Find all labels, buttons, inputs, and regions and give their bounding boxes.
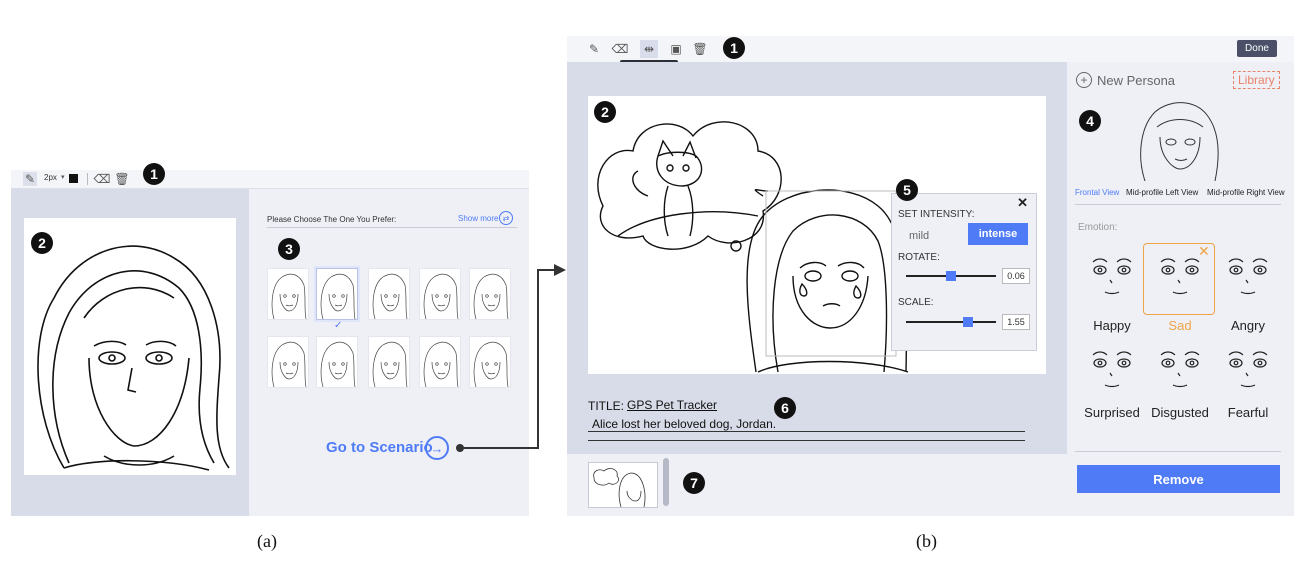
tab-mid-profile-right[interactable]: Mid-profile Right View: [1207, 188, 1285, 197]
pen-icon[interactable]: ✎: [587, 42, 601, 56]
scene-thumbnail[interactable]: [588, 462, 658, 508]
callout-badge-2-a: 2: [31, 232, 53, 254]
view-tabs-divider: [1075, 204, 1281, 205]
emotion-face-drawing: [1092, 258, 1132, 295]
portrait-thumbnail[interactable]: [368, 336, 410, 388]
choose-prompt: Please Choose The One You Prefer:: [267, 215, 397, 224]
show-more-link[interactable]: Show more: [458, 214, 498, 223]
intense-option[interactable]: intense: [968, 223, 1028, 245]
flow-connector-arrow: [456, 264, 566, 452]
emotion-label-sad[interactable]: Sad: [1146, 318, 1214, 333]
emotion-face-drawing: [1160, 351, 1200, 388]
story-line-2: [588, 440, 1025, 441]
emotion-label-fearful[interactable]: Fearful: [1214, 405, 1282, 420]
panel-b-toolbar: ✎ ⌫ ⇹ ▣ 🗑 Done: [567, 36, 1294, 62]
move-icon[interactable]: ⇹: [640, 40, 658, 58]
emotion-label: Emotion:: [1078, 222, 1118, 233]
callout-badge-1-b: 1: [723, 37, 745, 59]
eraser-icon[interactable]: ⌫: [94, 172, 111, 186]
portrait-thumbnail[interactable]: [267, 268, 309, 320]
strip-scrollbar[interactable]: [663, 458, 669, 506]
emotion-face-disgusted[interactable]: [1155, 345, 1205, 395]
portrait-thumbnail-drawing: [320, 341, 356, 388]
emotion-face-drawing: [1228, 351, 1268, 388]
eraser-icon[interactable]: ⌫: [612, 42, 629, 56]
emotion-face-sad[interactable]: [1155, 252, 1205, 302]
scale-value[interactable]: 1.55: [1002, 314, 1030, 330]
rotate-value[interactable]: 0.06: [1002, 268, 1030, 284]
tab-mid-profile-left[interactable]: Mid-profile Left View: [1126, 188, 1198, 197]
emotion-face-happy[interactable]: [1087, 252, 1137, 302]
callout-badge-5: 5: [896, 179, 918, 201]
mild-option[interactable]: mild: [909, 230, 929, 242]
done-button[interactable]: Done: [1237, 40, 1277, 57]
rotate-slider-thumb[interactable]: [946, 271, 956, 281]
callout-badge-3: 3: [278, 238, 300, 260]
new-persona-button[interactable]: New Persona: [1097, 73, 1175, 88]
callout-badge-1-a: 1: [143, 163, 165, 185]
panel-a-toolbar: ✎ 2px ▾ ⌫ 🗑: [11, 170, 529, 189]
go-to-scenario-button[interactable]: Go to Scenario: [326, 439, 433, 456]
portrait-thumbnail[interactable]: [316, 336, 358, 388]
trash-icon[interactable]: 🗑: [114, 172, 129, 186]
toolbar-divider: [87, 173, 88, 185]
portrait-thumbnail-drawing: [372, 273, 408, 320]
story-line-1: [588, 431, 1025, 432]
callout-badge-7: 7: [683, 472, 705, 494]
portrait-thumbnail[interactable]: [316, 268, 358, 320]
emotion-face-drawing: [1228, 258, 1268, 295]
emotion-face-drawing: [1160, 258, 1200, 295]
emotion-label-angry[interactable]: Angry: [1214, 318, 1282, 333]
plus-icon[interactable]: +: [1076, 72, 1092, 88]
sketch-drawing: [37, 245, 230, 471]
scene-thumbnail-drawing: [593, 468, 646, 508]
portrait-thumbnail[interactable]: [267, 336, 309, 388]
scale-label: SCALE:: [898, 297, 934, 308]
library-button[interactable]: Library: [1233, 71, 1280, 89]
emotion-face-surprised[interactable]: [1087, 345, 1137, 395]
emotion-label-happy[interactable]: Happy: [1078, 318, 1146, 333]
persona-portrait-drawing: [1140, 102, 1219, 182]
portrait-thumbnail[interactable]: [368, 268, 410, 320]
callout-badge-4: 4: [1079, 110, 1101, 132]
close-icon[interactable]: ✕: [1017, 195, 1028, 211]
emotion-face-fearful[interactable]: [1223, 345, 1273, 395]
title-label: TITLE:: [588, 399, 625, 413]
emotion-face-drawing: [1092, 351, 1132, 388]
pencil-icon[interactable]: ✎: [23, 172, 37, 186]
sidebar-divider: [1075, 451, 1281, 452]
emotion-intensity-popup: SET INTENSITY: ✕ mild intense ROTATE: 0.…: [891, 193, 1037, 351]
portrait-thumbnail-drawing: [372, 341, 408, 388]
scale-slider-track[interactable]: [906, 321, 996, 323]
portrait-thumbnail-drawing: [320, 273, 356, 320]
prompt-divider: [267, 227, 517, 228]
story-text-input[interactable]: Alice lost her beloved dog, Jordan.: [592, 417, 776, 431]
portrait-thumbnail-drawing: [271, 273, 307, 320]
arrow-right-icon[interactable]: →: [425, 436, 449, 460]
stroke-size-select[interactable]: 2px: [44, 173, 57, 182]
callout-badge-6: 6: [774, 397, 796, 419]
emotion-face-angry[interactable]: [1223, 252, 1273, 302]
selected-check-icon: ✓: [334, 320, 343, 331]
trash-icon[interactable]: 🗑: [692, 42, 707, 56]
rotate-label: ROTATE:: [898, 252, 940, 263]
set-intensity-label: SET INTENSITY:: [898, 209, 975, 220]
portrait-thumbnail-drawing: [271, 341, 307, 388]
emotion-label-surprised[interactable]: Surprised: [1078, 405, 1146, 420]
tab-frontal-view[interactable]: Frontal View: [1075, 188, 1119, 197]
caption-b: (b): [916, 531, 937, 551]
callout-badge-2-b: 2: [594, 101, 616, 123]
caption-a: (a): [257, 531, 277, 551]
story-title-input[interactable]: GPS Pet Tracker: [627, 398, 717, 412]
swap-icon[interactable]: ⇄: [499, 211, 513, 225]
remove-button[interactable]: Remove: [1077, 465, 1280, 493]
stroke-color-swatch[interactable]: [69, 174, 78, 183]
emotion-label-disgusted[interactable]: Disgusted: [1146, 405, 1214, 420]
comment-icon[interactable]: ▣: [669, 42, 683, 56]
chevron-down-icon[interactable]: ▾: [61, 173, 65, 181]
sketch-canvas[interactable]: [24, 218, 236, 475]
persona-portrait: [1135, 97, 1225, 182]
scale-slider-thumb[interactable]: [963, 317, 973, 327]
